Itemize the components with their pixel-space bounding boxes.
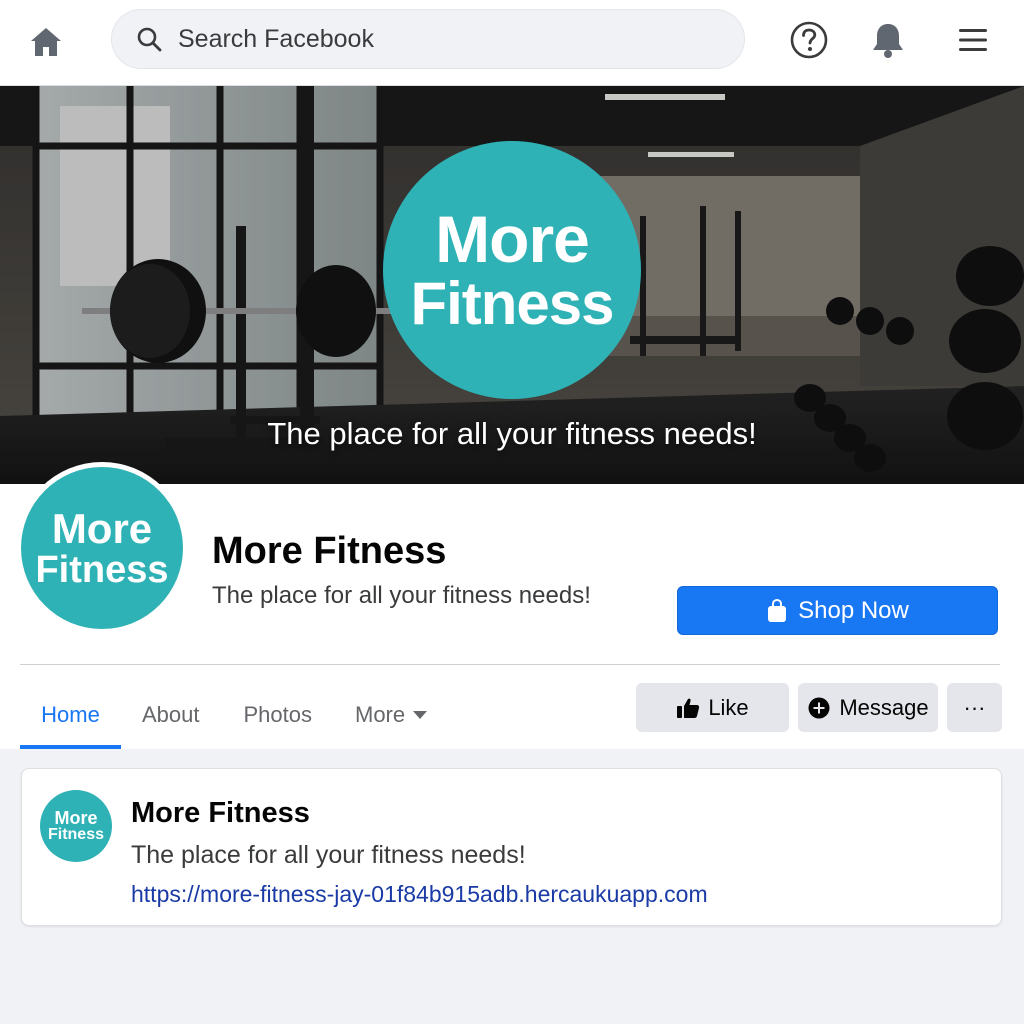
like-label: Like [708,694,749,720]
tab-home-label: Home [41,701,100,727]
top-bar [0,0,1024,86]
cover-logo-line1: More [435,202,590,276]
tab-photos-label: Photos [243,701,313,727]
post-avatar-line1: More [54,808,98,828]
shop-now-button[interactable]: Shop Now [677,586,998,635]
caret-down-icon [413,710,428,719]
facebook-page: More Fitness The place for all your fitn… [0,0,1024,1024]
cover-logo-line2: Fitness [410,270,614,337]
page-tagline: The place for all your fitness needs! [212,582,591,609]
help-icon [790,21,828,59]
thumbs-up-icon [676,697,700,719]
post-text: The place for all your fitness needs! [131,841,526,869]
cover-photo[interactable]: More Fitness The place for all your fitn… [0,86,1024,484]
post-avatar-line2: Fitness [47,826,104,843]
messenger-icon [807,696,831,720]
tab-photos[interactable]: Photos [225,680,332,749]
profile-avatar[interactable]: More Fitness [16,462,188,634]
page-tabs: Home About Photos More [20,680,446,749]
tab-more[interactable]: More [336,680,446,749]
help-button[interactable] [787,18,831,62]
tab-home[interactable]: Home [20,680,121,749]
home-icon [31,28,61,56]
bell-icon [873,24,903,58]
message-label: Message [839,694,929,720]
shopping-bag-icon [766,598,788,623]
section-divider [20,664,1000,665]
shop-now-label: Shop Now [798,596,909,624]
search-icon [136,26,162,52]
menu-icon [959,29,987,51]
tab-about[interactable]: About [123,680,219,749]
tab-about-label: About [142,701,200,727]
tab-more-label: More [355,701,406,727]
page-title: More Fitness [212,530,447,572]
post-card: More Fitness More Fitness The place for … [21,768,1002,926]
search-input[interactable] [178,24,698,54]
profile-avatar-logo: More Fitness [21,467,183,629]
profile-section: More Fitness More Fitness The place for … [0,462,1024,749]
post-avatar[interactable]: More Fitness [40,790,112,862]
ellipsis-icon: ··· [963,694,986,720]
post-link[interactable]: https://more-fitness-jay-01f84b915adb.he… [131,881,708,908]
search-bar[interactable] [111,9,745,69]
post-author-name[interactable]: More Fitness [131,797,310,830]
notifications-button[interactable] [866,18,910,62]
cover-tagline: The place for all your fitness needs! [267,416,757,451]
menu-button[interactable] [951,18,995,62]
more-options-button[interactable]: ··· [947,683,1002,732]
cover-logo: More Fitness [383,141,641,399]
avatar-logo-line1: More [51,504,153,552]
home-button[interactable] [26,22,66,62]
message-button[interactable]: Message [798,683,938,732]
like-button[interactable]: Like [636,683,789,732]
avatar-logo-line2: Fitness [35,548,169,591]
